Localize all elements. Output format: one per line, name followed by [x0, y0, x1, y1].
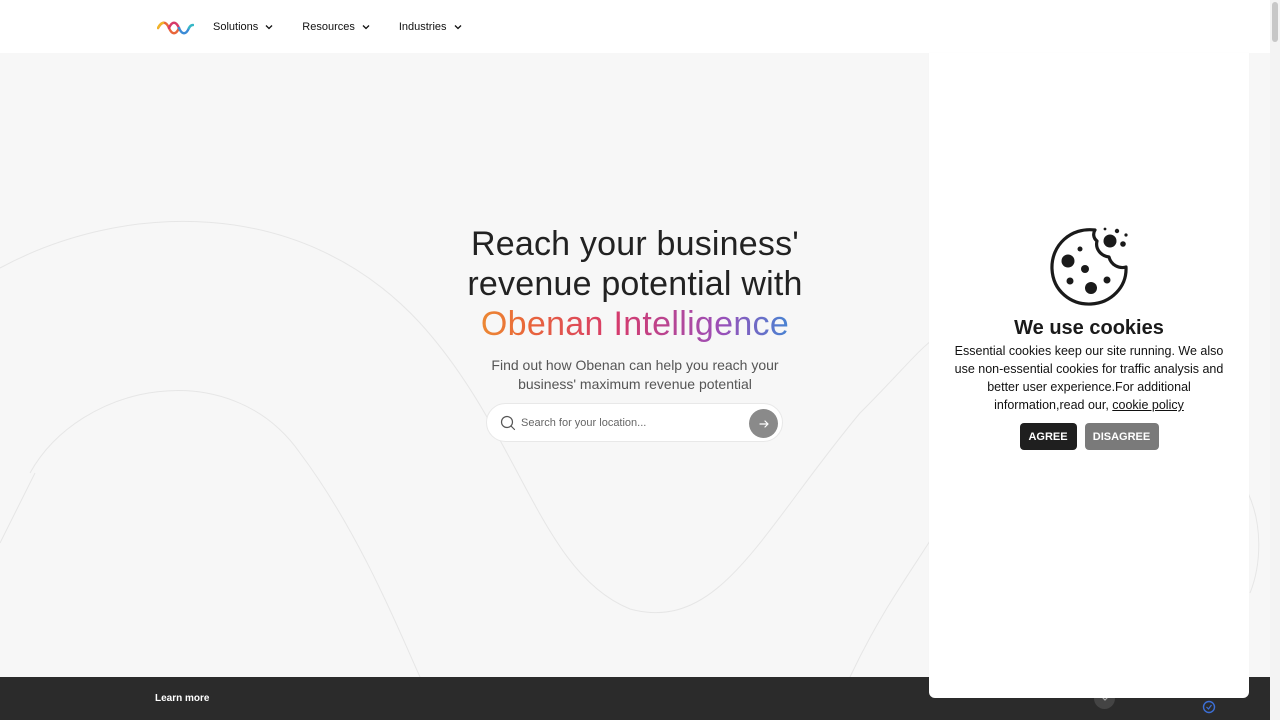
scrollbar-thumb[interactable] [1272, 2, 1278, 42]
chevron-down-icon [454, 24, 462, 29]
chevron-down-icon [362, 24, 370, 29]
recaptcha-icon [1202, 700, 1216, 714]
location-search-box [486, 403, 783, 442]
hero-subtitle: Find out how Obenan can help you reach y… [420, 356, 850, 394]
cookie-policy-link[interactable]: cookie policy [1112, 396, 1184, 414]
nav-item-solutions[interactable]: Solutions [213, 21, 274, 33]
nav-item-industries[interactable]: Industries [399, 21, 463, 33]
nav-item-label: Solutions [213, 20, 259, 33]
obenan-logo-icon[interactable] [157, 19, 194, 35]
hero-subtitle-line1: Find out how Obenan can help you reach y… [491, 357, 779, 373]
hero-title-line1: Reach your business' [471, 225, 799, 263]
cookie-buttons: AGREE DISAGREE [929, 423, 1249, 450]
search-icon [500, 415, 516, 431]
main-nav: Solutions Resources Industries [213, 0, 491, 53]
cookie-consent-panel: We use cookies Essential cookies keep ou… [929, 53, 1249, 698]
search-submit-button[interactable] [749, 409, 778, 438]
hero-title-line2: revenue potential with [467, 265, 803, 303]
site-header: Solutions Resources Industries [0, 0, 1270, 53]
learn-more-link[interactable]: Learn more [155, 693, 209, 704]
cookie-description: Essential cookies keep our site running.… [943, 342, 1235, 414]
disagree-button[interactable]: DISAGREE [1084, 423, 1159, 450]
hero-brand-name: Obenan Intelligence [420, 304, 850, 344]
page-scrollbar[interactable] [1270, 0, 1280, 720]
cookie-icon [1050, 227, 1128, 306]
hero-section: Reach your business' revenue potential w… [420, 224, 850, 394]
nav-item-resources[interactable]: Resources [302, 21, 371, 33]
nav-item-label: Resources [302, 20, 355, 33]
chevron-down-icon [265, 24, 273, 29]
hero-subtitle-line2: business' maximum revenue potential [518, 376, 752, 392]
location-search-input[interactable] [521, 413, 741, 433]
arrow-right-icon [758, 419, 769, 428]
cookie-title: We use cookies [1014, 317, 1164, 339]
agree-button[interactable]: AGREE [1019, 423, 1077, 450]
nav-item-label: Industries [398, 20, 447, 33]
